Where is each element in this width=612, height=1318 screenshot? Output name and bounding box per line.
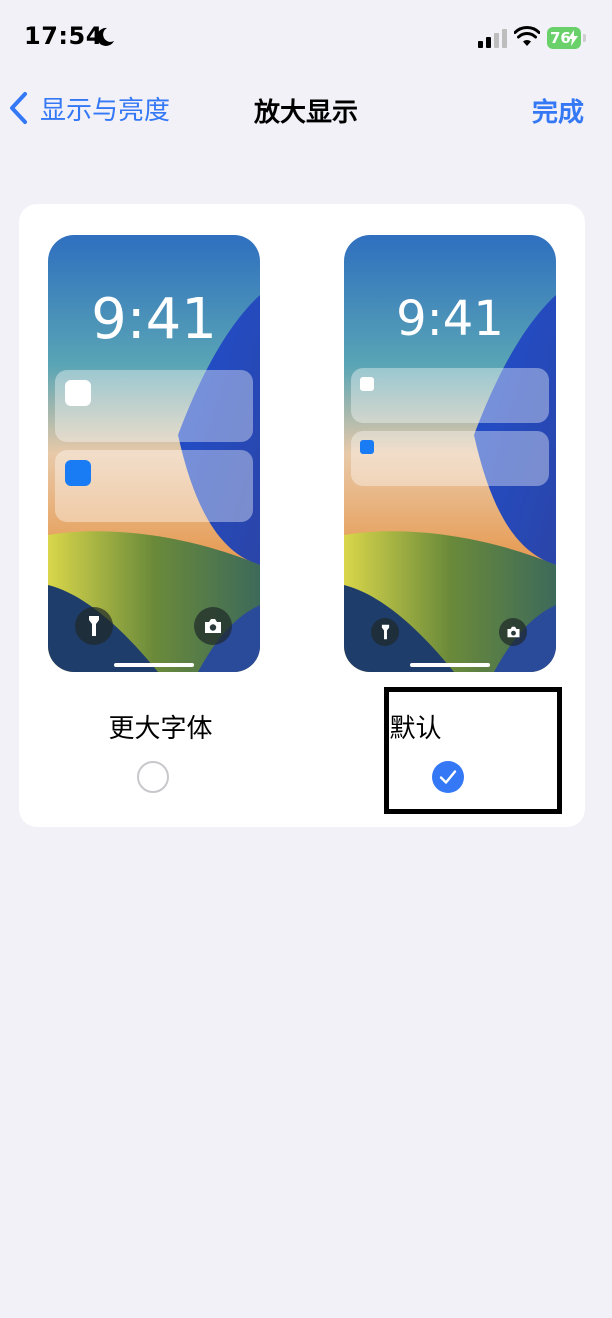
- flashlight-icon: [381, 624, 389, 640]
- done-button[interactable]: 完成: [532, 92, 584, 129]
- app-icon: [65, 380, 91, 406]
- notification-preview: [351, 368, 549, 423]
- home-indicator: [114, 663, 194, 667]
- app-icon: [360, 440, 374, 454]
- page-title: 放大显示: [253, 98, 358, 128]
- navigation-bar: 显示与亮度 放大显示 完成: [0, 76, 612, 142]
- camera-button: [499, 618, 527, 646]
- status-time: 17:54: [24, 22, 103, 50]
- cellular-signal-icon: [478, 29, 507, 48]
- battery-cap: [583, 34, 586, 42]
- flashlight-button: [75, 607, 113, 645]
- app-icon: [65, 460, 91, 486]
- wifi-icon: [514, 26, 540, 46]
- option-larger-text[interactable]: 9:41 更大字体: [19, 204, 302, 827]
- flashlight-button: [371, 618, 399, 646]
- camera-icon: [507, 626, 519, 638]
- option-label: 更大字体: [108, 714, 213, 744]
- phone-preview: 9:41: [344, 235, 556, 672]
- selection-highlight-box: [384, 687, 562, 814]
- notification-preview: [55, 370, 253, 442]
- larger-text-radio[interactable]: [137, 761, 169, 793]
- notification-preview: [55, 450, 253, 522]
- lockscreen-clock: 9:41: [91, 287, 217, 352]
- notification-preview: [351, 431, 549, 486]
- camera-button: [194, 607, 232, 645]
- status-bar: 17:54 76: [0, 0, 612, 76]
- home-indicator: [410, 663, 490, 667]
- lockscreen-clock: 9:41: [396, 291, 504, 347]
- battery-icon: 76: [547, 27, 581, 49]
- moon-icon: [96, 27, 114, 46]
- charging-bolt-icon: [568, 30, 578, 46]
- camera-icon: [205, 619, 221, 633]
- phone-preview: 9:41: [48, 235, 260, 672]
- app-icon: [360, 377, 374, 391]
- flashlight-icon: [89, 616, 99, 636]
